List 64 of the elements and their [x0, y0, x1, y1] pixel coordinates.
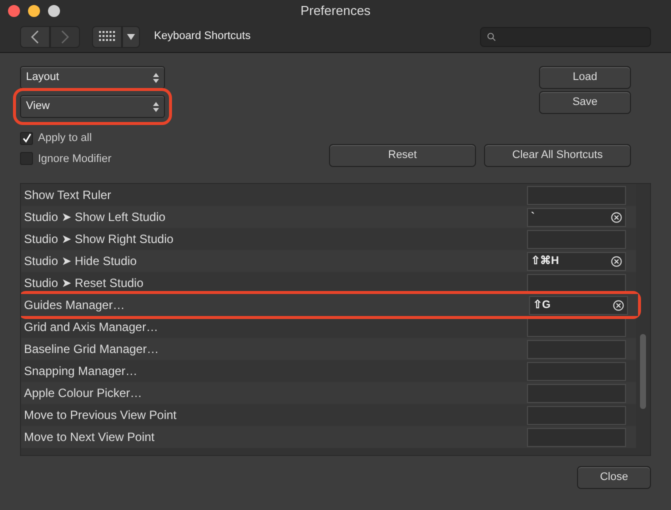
command-name: Guides Manager… [24, 297, 126, 314]
window-title: Preferences [300, 2, 371, 20]
shortcut-field[interactable]: ` [527, 208, 626, 226]
shortcut-field[interactable] [527, 428, 626, 446]
shortcut-keys: ⇧G [533, 296, 613, 314]
shortcut-field[interactable]: ⇧G [529, 296, 628, 314]
shortcut-row[interactable]: Apple Colour Picker… [21, 382, 636, 404]
close-window-icon[interactable] [8, 4, 20, 16]
shortcut-row[interactable]: Guides Manager… ⇧G [21, 294, 638, 316]
scrollbar-thumb[interactable] [640, 334, 646, 409]
command-name: Snapping Manager… [24, 363, 138, 380]
updown-arrows-icon [153, 102, 159, 112]
shortcut-field[interactable] [527, 362, 626, 380]
checkbox-label: Apply to all [38, 131, 92, 146]
shortcut-row[interactable]: Baseline Grid Manager… [21, 338, 636, 360]
command-name: Grid and Axis Manager… [24, 319, 160, 336]
dropdown-button[interactable] [122, 26, 140, 48]
shortcut-field[interactable]: ⇧⌘H [527, 252, 626, 270]
command-name: Apple Colour Picker… [24, 385, 144, 402]
shortcut-row[interactable]: Studio ➤ Show Left Studio ` [21, 206, 636, 228]
shortcut-keys: ⇧⌘H [531, 252, 611, 270]
command-name: Baseline Grid Manager… [24, 341, 160, 358]
command-name: Move to Previous View Point [24, 407, 178, 424]
command-name: Studio ➤ Hide Studio [24, 253, 138, 270]
section-title: Keyboard Shortcuts [154, 29, 251, 44]
shortcut-field[interactable] [527, 340, 626, 358]
dialog-button[interactable]: Close [577, 466, 651, 489]
clear-icon[interactable] [611, 212, 622, 222]
shortcut-field[interactable] [527, 384, 626, 402]
grid-icon [98, 31, 116, 42]
shortcut-field[interactable] [527, 406, 626, 424]
clear-icon[interactable] [613, 300, 624, 310]
command-name: Studio ➤ Show Left Studio [24, 209, 166, 226]
checkbox[interactable] [20, 152, 33, 166]
zoom-window-icon[interactable] [48, 4, 60, 16]
minimize-window-icon[interactable] [28, 4, 40, 16]
updown-arrows-icon [153, 72, 159, 82]
back-button[interactable] [20, 26, 50, 48]
shortcut-row[interactable]: Studio ➤ Hide Studio ⇧⌘H [21, 250, 636, 272]
select-dropdown[interactable]: View [20, 95, 165, 118]
chevron-left-icon [30, 30, 40, 44]
dialog-button[interactable]: Reset [329, 144, 476, 167]
command-name: Studio ➤ Show Right Studio [24, 231, 174, 248]
dialog-button[interactable]: Save [539, 91, 631, 114]
shortcut-row[interactable]: Move to Next View Point [21, 426, 636, 448]
shortcut-keys: ` [531, 208, 611, 226]
shortcut-field[interactable] [527, 274, 626, 292]
shortcut-field[interactable] [527, 230, 626, 248]
chevron-right-icon [60, 30, 70, 44]
command-name: Move to Next View Point [24, 429, 156, 446]
search-icon [487, 32, 496, 42]
caret-icon [127, 34, 135, 40]
command-name: Studio ➤ Reset Studio [24, 275, 144, 292]
select-dropdown[interactable]: Layout [20, 66, 165, 89]
command-name: Show Text Ruler [24, 187, 112, 204]
shortcut-field[interactable] [527, 186, 626, 204]
checkbox[interactable] [20, 132, 33, 145]
dialog-button[interactable]: Clear All Shortcuts [484, 144, 631, 167]
clear-icon[interactable] [611, 256, 622, 266]
dialog-button[interactable]: Load [539, 66, 631, 89]
checkmark-icon [22, 133, 32, 144]
checkbox-label: Ignore Modifier [38, 152, 112, 166]
search-field[interactable] [480, 26, 651, 46]
grid-view-button[interactable] [92, 26, 122, 48]
